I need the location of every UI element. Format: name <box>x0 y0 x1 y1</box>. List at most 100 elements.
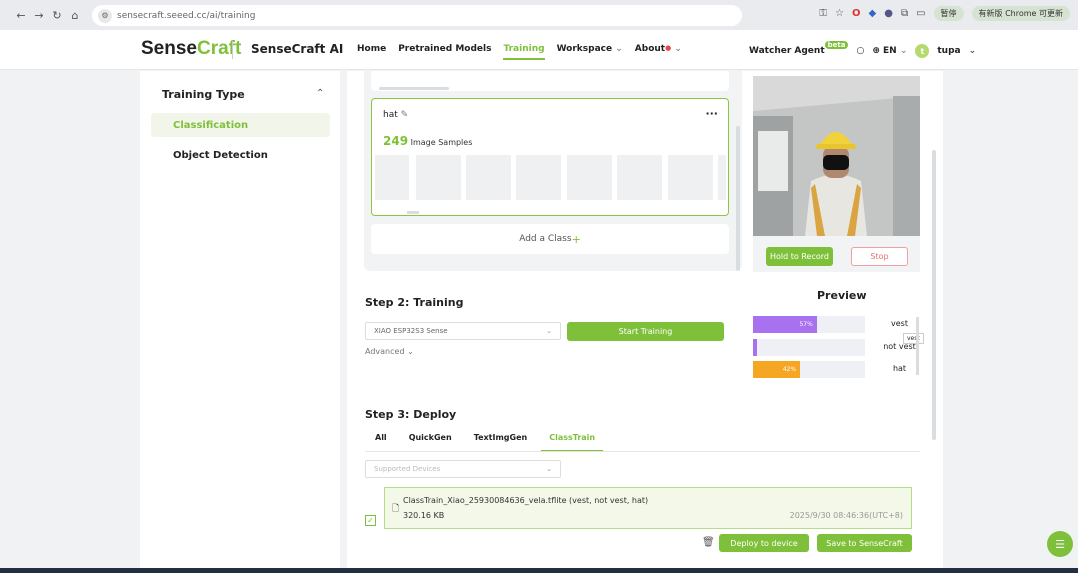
class-card[interactable]: hat ✎ ··· 249 Image Samples <box>371 98 729 216</box>
reload-icon[interactable]: ↻ <box>48 9 66 22</box>
language-selector[interactable]: ⊕ EN ⌄ <box>872 46 907 56</box>
supported-devices-select[interactable]: Supported Devices ⌄ <box>365 460 561 478</box>
tab-all[interactable]: All <box>375 433 387 452</box>
tab-classtrain[interactable]: ClassTrain <box>541 433 604 452</box>
sample-thumbnail[interactable] <box>466 155 511 200</box>
key-icon[interactable]: ⚿ <box>819 8 827 19</box>
chevron-down-icon: ⌄ <box>546 465 552 473</box>
chevron-down-icon: ⌄ <box>407 347 414 356</box>
opera-icon[interactable]: O <box>852 8 861 19</box>
forward-icon[interactable]: → <box>30 9 48 22</box>
class-name[interactable]: hat ✎ <box>383 110 408 120</box>
deploy-tabs: All QuickGen TextImgGen ClassTrain <box>365 433 604 452</box>
camera-preview <box>753 76 920 236</box>
beta-badge: beta <box>824 41 849 49</box>
add-class-button[interactable]: Add a Class + <box>371 224 729 254</box>
sidebar-title: Training Type <box>162 88 245 101</box>
chat-icon[interactable]: ☰ <box>1047 531 1073 557</box>
product-name: SenseCraft AI <box>251 42 344 56</box>
extension-icon[interactable]: ◆ <box>869 8 877 19</box>
sample-thumbnail[interactable] <box>668 155 713 200</box>
trash-icon[interactable]: 🗑 <box>702 537 715 548</box>
nav-training[interactable]: Training <box>503 44 545 60</box>
avatar[interactable]: t <box>915 44 930 58</box>
chrome-update-button[interactable]: 有新版 Chrome 可更新 <box>971 6 1070 21</box>
more-options-icon[interactable]: ··· <box>705 107 718 120</box>
preview-title: Preview <box>817 289 867 302</box>
preview-bar-track: 57% <box>753 316 865 333</box>
save-to-sensecraft-button[interactable]: Save to SenseCraft <box>817 534 912 552</box>
model-card[interactable]: 🗋 ClassTrain_Xiao_25930084636_vela.tflit… <box>384 487 912 529</box>
sidebar-item-classification[interactable]: Classification <box>151 113 330 137</box>
step3-title: Step 3: Deploy <box>365 408 457 421</box>
bookmark-star-icon[interactable]: ☆ <box>835 8 844 19</box>
model-name: ClassTrain_Xiao_25930084636_vela.tflite … <box>403 496 649 505</box>
preview-scrollbar[interactable] <box>916 317 919 375</box>
nav-pretrained-models[interactable]: Pretrained Models <box>398 44 491 60</box>
class-list-scrollbar[interactable] <box>736 126 740 271</box>
file-icon: 🗋 <box>392 504 400 514</box>
sidepanel-icon[interactable]: ▭ <box>916 8 925 19</box>
thumbnail-scrollbar[interactable] <box>407 211 419 214</box>
edit-icon[interactable]: ✎ <box>401 110 409 120</box>
sample-thumbnail[interactable] <box>375 155 409 200</box>
camera-controls: Hold to Record Stop <box>753 236 920 272</box>
step2-title: Step 2: Training <box>365 296 464 309</box>
model-timestamp: 2025/9/30 08:46:36(UTC+8) <box>789 511 903 520</box>
model-checkbox[interactable]: ✓ <box>365 515 376 526</box>
url-text: sensecraft.seeed.cc/ai/training <box>117 10 256 21</box>
page-scrollbar[interactable] <box>932 150 936 440</box>
sensecraft-logo[interactable]: SenseCraft <box>141 38 241 60</box>
nav-workspace[interactable]: Workspace ⌄ <box>557 44 623 60</box>
tooltip: vest <box>903 333 924 344</box>
home-icon[interactable]: ⌂ <box>66 9 84 22</box>
globe-icon: ⊕ <box>872 46 880 56</box>
horizontal-scrollbar[interactable] <box>379 87 449 90</box>
profile-button[interactable]: 暂停 <box>933 6 964 21</box>
site-header: SenseCraft SenseCraft AI Home Pretrained… <box>0 30 1078 70</box>
advanced-toggle[interactable]: Advanced ⌄ <box>365 347 414 356</box>
watcher-agent-link[interactable]: Watcher Agentbeta <box>749 41 849 56</box>
extension-icon[interactable]: ● <box>884 8 893 19</box>
chevron-down-icon: ⌄ <box>674 44 682 54</box>
deploy-to-device-button[interactable]: Deploy to device <box>719 534 809 552</box>
preview-bar-fill: 57% <box>753 316 817 333</box>
stop-button[interactable]: Stop <box>851 247 908 266</box>
sidebar-item-object-detection[interactable]: Object Detection <box>151 143 330 167</box>
tab-quickgen[interactable]: QuickGen <box>409 433 452 452</box>
device-select[interactable]: XIAO ESP32S3 Sense ⌄ <box>365 322 561 340</box>
tab-textimggen[interactable]: TextImgGen <box>474 433 528 452</box>
tabs-divider <box>365 451 920 452</box>
sample-thumbnail[interactable] <box>617 155 662 200</box>
preview-bar-track <box>753 339 865 356</box>
sample-thumbnail[interactable] <box>416 155 461 200</box>
class-list-panel: hat ✎ ··· 249 Image Samples Add a Class + <box>364 71 742 271</box>
nav-about[interactable]: About● ⌄ <box>635 44 682 60</box>
previous-class-card <box>371 71 729 91</box>
training-type-sidebar: Training Type ⌃ Classification Object De… <box>140 71 340 568</box>
start-training-button[interactable]: Start Training <box>567 322 724 341</box>
camera-image <box>753 76 920 236</box>
sample-thumbnail[interactable] <box>516 155 561 200</box>
header-actions: Watcher Agentbeta ○ ⊕ EN ⌄ t tupa ⌄ <box>749 41 977 58</box>
site-info-icon[interactable]: ⚙ <box>98 8 112 23</box>
sample-thumbnail[interactable] <box>567 155 612 200</box>
back-icon[interactable]: ← <box>12 9 30 22</box>
header-divider <box>232 41 233 59</box>
username[interactable]: tupa <box>937 46 960 56</box>
plus-icon: + <box>571 232 581 246</box>
main-panel: hat ✎ ··· 249 Image Samples Add a Class + <box>347 71 943 568</box>
chevron-down-icon[interactable]: ⌄ <box>969 46 977 56</box>
sample-count: 249 Image Samples <box>383 134 473 148</box>
nav-home[interactable]: Home <box>357 44 386 60</box>
os-taskbar <box>0 568 1078 573</box>
model-size: 320.16 KB <box>403 511 445 520</box>
browser-toolbar: ← → ↻ ⌂ ⚙ sensecraft.seeed.cc/ai/trainin… <box>0 0 1078 30</box>
main-nav: Home Pretrained Models Training Workspac… <box>357 44 682 60</box>
chevron-up-icon[interactable]: ⌃ <box>316 88 324 99</box>
address-bar[interactable]: ⚙ sensecraft.seeed.cc/ai/training <box>92 5 742 26</box>
puzzle-icon[interactable]: ⧉ <box>901 8 908 19</box>
notification-icon[interactable]: ○ <box>856 46 864 56</box>
sample-thumbnail[interactable] <box>718 155 726 200</box>
hold-to-record-button[interactable]: Hold to Record <box>766 247 833 266</box>
